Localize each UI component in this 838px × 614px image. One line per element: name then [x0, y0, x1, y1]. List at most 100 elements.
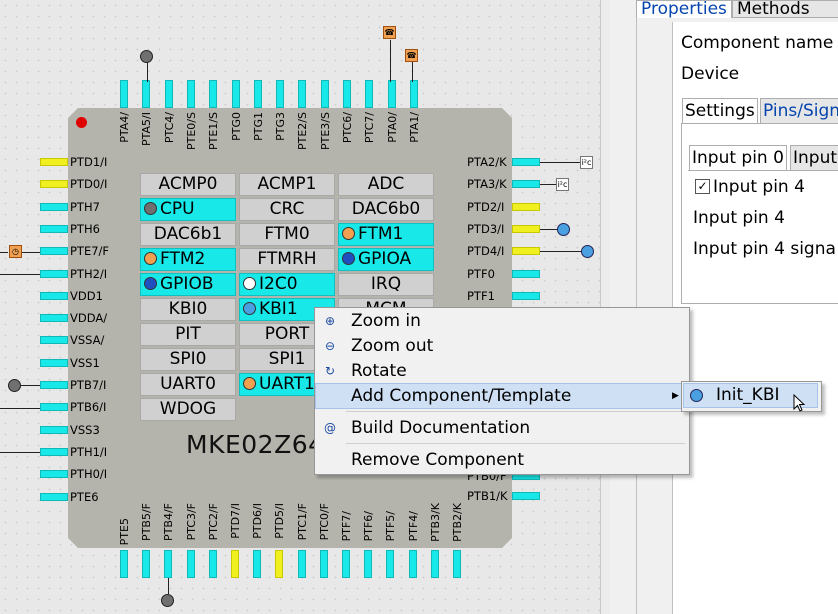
component-spi0[interactable]: SPI0 — [140, 348, 236, 371]
component-dac6b1[interactable]: DAC6b1 — [140, 223, 236, 246]
component-irq[interactable]: IRQ — [338, 273, 434, 296]
menu-label: Zoom out — [351, 336, 434, 356]
subtab-pins-signals[interactable]: Pins/Sign — [760, 98, 838, 124]
pin-bottom[interactable] — [164, 550, 173, 578]
pin-bottom[interactable] — [120, 550, 128, 578]
component-crc[interactable]: CRC — [239, 198, 335, 221]
menu-item-build-documentation[interactable]: @ Build Documentation — [316, 416, 686, 440]
pin-bottom[interactable] — [208, 550, 217, 578]
pin-left[interactable] — [40, 247, 68, 256]
component-i2c0[interactable]: I2C0 — [239, 273, 335, 296]
pin-top[interactable] — [186, 80, 195, 108]
pin-left[interactable] — [40, 358, 68, 367]
pin-left[interactable] — [40, 269, 68, 278]
pin-left[interactable] — [40, 336, 68, 345]
component-kbi0[interactable]: KBI0 — [140, 298, 236, 321]
pin-bottom[interactable] — [364, 550, 373, 578]
pin-bottom[interactable] — [231, 550, 239, 578]
pin-bottom[interactable] — [275, 550, 284, 578]
pin-right[interactable] — [512, 225, 540, 233]
pin-left[interactable] — [40, 291, 68, 300]
pin-right[interactable] — [512, 270, 540, 278]
pin-left[interactable] — [40, 202, 68, 211]
menu-item-zoom-out[interactable]: ⊖ Zoom out — [316, 334, 686, 358]
component-dac6b0[interactable]: DAC6b0 — [338, 198, 434, 221]
wire — [540, 251, 582, 252]
properties-content: Component name Device Settings Pins/Sign… — [672, 22, 838, 614]
menu-label: Add Component/Template — [351, 386, 572, 406]
pin-bottom[interactable] — [408, 550, 417, 578]
pin-left[interactable] — [40, 470, 68, 479]
pin-left[interactable] — [40, 314, 68, 323]
component-uart0[interactable]: UART0 — [140, 373, 236, 396]
pin-label: PTC0/F — [317, 503, 331, 541]
pin-left[interactable] — [40, 158, 68, 166]
pin-bottom[interactable] — [453, 550, 461, 578]
pin-label: PTB6/I — [70, 400, 107, 415]
menu-item-rotate[interactable]: ↻ Rotate — [316, 359, 686, 383]
pin-left[interactable] — [40, 447, 68, 456]
component-acmp1[interactable]: ACMP1 — [239, 173, 335, 196]
pin-right[interactable] — [512, 247, 540, 255]
pin-left[interactable] — [40, 403, 68, 412]
pin-right[interactable] — [512, 158, 540, 166]
component-gpioa[interactable]: GPIOA — [338, 248, 434, 271]
pin-right[interactable] — [512, 203, 540, 211]
gpio-icon — [144, 277, 157, 290]
menu-item-remove-component[interactable]: Remove Component — [316, 448, 686, 472]
pin-right[interactable] — [512, 292, 540, 300]
component-ftmrh[interactable]: FTMRH — [239, 248, 335, 271]
pin-top[interactable] — [120, 80, 128, 108]
wire — [390, 40, 391, 82]
wire — [540, 229, 558, 230]
menu-item-zoom-in[interactable]: ⊕ Zoom in — [316, 309, 686, 333]
tab-input-pin-0[interactable]: Input pin 0 — [689, 145, 787, 171]
menu-item-add-component[interactable]: Add Component/Template ▶ — [315, 383, 687, 409]
pin-top[interactable] — [409, 80, 418, 108]
pin-bottom[interactable] — [297, 550, 306, 578]
subtab-settings[interactable]: Settings — [682, 98, 758, 124]
pin-top[interactable] — [231, 80, 240, 108]
pin-top[interactable] — [387, 80, 396, 108]
pin-left[interactable] — [40, 492, 68, 501]
pin-bottom[interactable] — [319, 550, 328, 578]
wire — [22, 252, 40, 253]
pin-label: PTH0/I — [70, 467, 108, 482]
pin-bottom[interactable] — [430, 550, 439, 578]
component-pit[interactable]: PIT — [140, 323, 236, 346]
pin-top[interactable] — [164, 80, 173, 108]
component-gpiob[interactable]: GPIOB — [140, 273, 236, 296]
pin-right[interactable] — [512, 180, 540, 188]
tab-input-next[interactable]: Input — [790, 145, 838, 171]
pin-top[interactable] — [298, 80, 307, 108]
pin-top[interactable] — [209, 80, 218, 108]
component-ftm1[interactable]: FTM1 — [338, 223, 434, 246]
component-wdog[interactable]: WDOG — [140, 398, 236, 421]
pin-bottom[interactable] — [253, 550, 262, 578]
component-label: FTM0 — [264, 224, 310, 244]
pin-left[interactable] — [40, 180, 68, 189]
pin-bottom[interactable] — [342, 550, 350, 578]
pin-top[interactable] — [365, 80, 374, 108]
pin-bottom[interactable] — [142, 550, 151, 578]
pin-left[interactable] — [40, 224, 68, 233]
pin-top[interactable] — [343, 80, 351, 108]
component-cpu[interactable]: CPU — [140, 198, 236, 221]
pin-right[interactable] — [512, 492, 540, 500]
component-adc[interactable]: ADC — [338, 173, 434, 196]
pin-bottom[interactable] — [186, 550, 195, 578]
cpu-icon — [161, 594, 174, 607]
pin-top[interactable] — [320, 80, 329, 108]
tab-methods[interactable]: Methods — [732, 0, 838, 18]
pin-left[interactable] — [40, 381, 68, 389]
pin-bottom[interactable] — [386, 550, 395, 578]
pin-top[interactable] — [253, 80, 262, 108]
input-pin-4-checkbox[interactable]: ✓ — [695, 179, 710, 194]
tab-properties[interactable]: Properties — [636, 0, 732, 18]
pin-top[interactable] — [276, 80, 285, 108]
component-ftm2[interactable]: FTM2 — [140, 248, 236, 271]
component-ftm0[interactable]: FTM0 — [239, 223, 335, 246]
component-acmp0[interactable]: ACMP0 — [140, 173, 236, 196]
pin-top[interactable] — [142, 80, 151, 108]
pin-left[interactable] — [40, 425, 68, 434]
